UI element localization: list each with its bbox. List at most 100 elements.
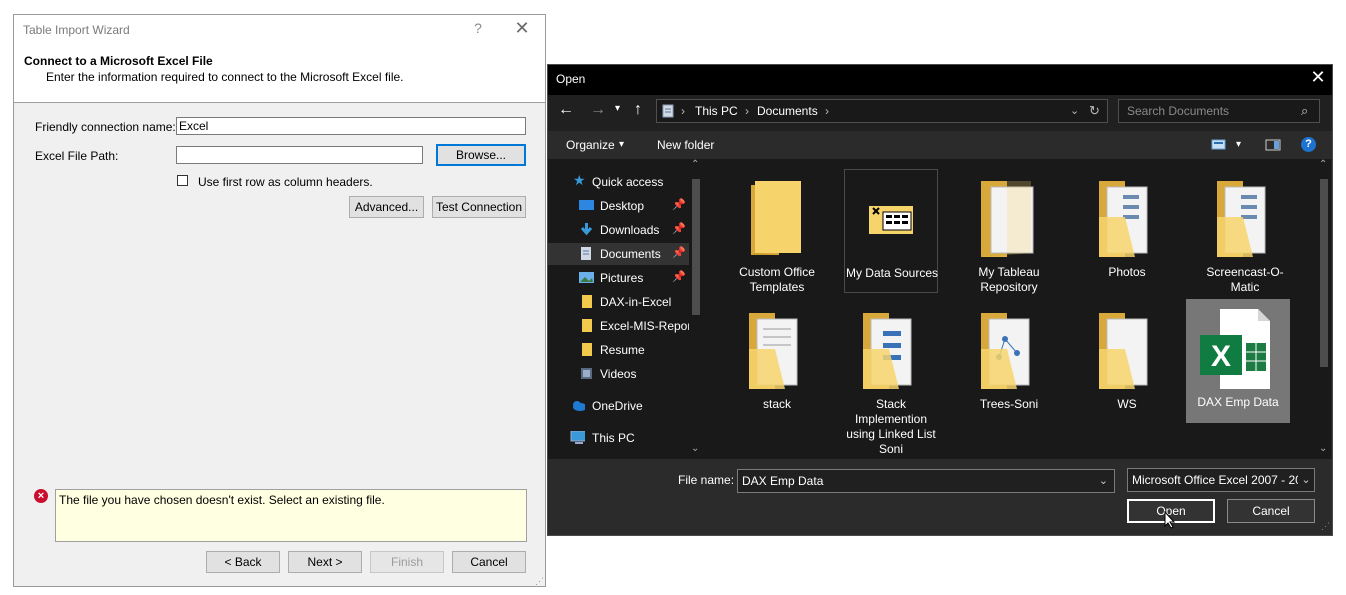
file-item-screencast-o-matic[interactable]: Screencast-O-Matic [1193, 169, 1297, 294]
error-icon: × [34, 489, 48, 503]
pin-icon[interactable]: 📌 [672, 246, 686, 259]
folder-doc-icon [863, 313, 912, 389]
folder-doc-icon [981, 181, 1034, 257]
friendly-name-input[interactable]: Excel [176, 117, 526, 135]
command-toolbar: Organize ▾ New folder ▾ ? [548, 131, 1332, 159]
nav-item-onedrive[interactable]: OneDrive [548, 395, 689, 417]
new-folder-button[interactable]: New folder [657, 138, 714, 152]
cancel-button[interactable]: Cancel [1227, 499, 1315, 523]
scroll-down-icon[interactable]: ⌄ [1319, 443, 1327, 454]
file-label: DAX Emp Data [1197, 395, 1279, 409]
scrollbar-thumb[interactable] [692, 179, 700, 315]
breadcrumb-separator-icon: › [745, 104, 749, 118]
nav-item-this-pc[interactable]: This PC [548, 427, 689, 449]
nav-item-dax-in-excel[interactable]: DAX-in-Excel [548, 291, 689, 313]
recent-locations-icon[interactable]: ▾ [615, 103, 620, 114]
wizard-subheading: Enter the information required to connec… [46, 70, 404, 84]
chevron-down-icon[interactable]: ▾ [1236, 139, 1241, 150]
nav-label: This PC [592, 431, 635, 445]
refresh-icon[interactable]: ↻ [1089, 103, 1100, 119]
chevron-down-icon[interactable]: ⌄ [1298, 469, 1314, 491]
close-icon[interactable]: ✕ [1308, 67, 1328, 88]
pin-icon[interactable]: 📌 [672, 222, 686, 235]
navigation-pane: ★ Quick access Desktop 📌 Downloads 📌 Doc… [548, 159, 705, 459]
nav-item-quick-access[interactable]: ★ Quick access [548, 171, 689, 193]
file-name-value: DAX Emp Data [742, 474, 824, 488]
file-name-label: File name: [678, 473, 735, 487]
file-item-stack[interactable]: stack [725, 301, 829, 425]
nav-label: DAX-in-Excel [600, 295, 672, 309]
nav-item-excel-mis-report[interactable]: Excel-MIS-Repor [548, 315, 691, 337]
file-type-select[interactable]: Microsoft Office Excel 2007 - 20 ⌄ [1127, 468, 1315, 492]
file-path-label: Excel File Path: [35, 149, 119, 163]
close-icon[interactable]: ✕ [514, 18, 530, 39]
back-button[interactable]: < Back [206, 551, 280, 573]
file-item-my-data-sources[interactable]: My Data Sources [844, 169, 938, 293]
scroll-up-icon[interactable]: ⌃ [1319, 159, 1327, 170]
back-arrow-icon[interactable]: ← [558, 101, 574, 119]
file-item-trees-soni[interactable]: Trees-Soni [957, 301, 1061, 425]
videos-icon [581, 368, 592, 379]
nav-scrollbar[interactable]: ⌃ ⌄ [689, 159, 703, 459]
star-icon: ★ [573, 172, 586, 188]
chevron-down-icon[interactable]: ▾ [619, 139, 624, 150]
scrollbar-thumb[interactable] [1320, 179, 1328, 367]
resize-grip-icon[interactable]: ⋰ [1321, 521, 1330, 532]
file-item-photos[interactable]: Photos [1075, 169, 1179, 293]
file-item-ws[interactable]: WS [1075, 301, 1179, 425]
search-box[interactable]: Search Documents ⌕ [1118, 99, 1320, 123]
error-message: The file you have chosen doesn't exist. … [59, 493, 385, 507]
nav-label: Downloads [600, 223, 660, 237]
nav-item-resume[interactable]: Resume [548, 339, 689, 361]
forward-arrow-icon[interactable]: → [590, 101, 606, 119]
nav-item-desktop[interactable]: Desktop 📌 [548, 195, 689, 217]
wizard-header: Connect to a Microsoft Excel File Enter … [14, 47, 545, 103]
scroll-down-icon[interactable]: ⌄ [691, 443, 699, 454]
pin-icon[interactable]: 📌 [672, 270, 686, 283]
file-list-scrollbar[interactable]: ⌃ ⌄ [1317, 159, 1331, 459]
file-label: Trees-Soni [979, 397, 1039, 411]
preview-pane-icon[interactable] [1265, 139, 1281, 151]
file-label: Photos [1108, 265, 1146, 279]
file-item-stack-implemention[interactable]: Stack Implemention using Linked List Son… [839, 301, 943, 456]
wizard-heading: Connect to a Microsoft Excel File [24, 54, 213, 68]
file-item-my-tableau-repository[interactable]: My Tableau Repository [957, 169, 1061, 294]
first-row-checkbox[interactable] [177, 175, 188, 186]
nav-item-videos[interactable]: Videos [548, 363, 689, 385]
file-item-dax-emp-data[interactable]: X DAX Emp Data [1186, 299, 1290, 423]
nav-item-pictures[interactable]: Pictures 📌 [548, 267, 689, 289]
folder-doc-icon [1217, 181, 1266, 257]
nav-item-documents[interactable]: Documents 📌 [548, 243, 689, 265]
chevron-down-icon[interactable]: ⌄ [1070, 104, 1079, 117]
up-arrow-icon[interactable]: ↑ [634, 101, 642, 119]
folder-icon [582, 319, 592, 332]
pin-icon[interactable]: 📌 [672, 198, 686, 211]
organize-button[interactable]: Organize [566, 138, 615, 152]
file-name-input[interactable]: DAX Emp Data ⌄ [737, 469, 1115, 493]
advanced-button[interactable]: Advanced... [349, 196, 424, 218]
resize-grip-icon[interactable]: ⋰ [535, 576, 544, 587]
scroll-up-icon[interactable]: ⌃ [691, 159, 699, 170]
folder-doc-icon [1099, 313, 1148, 389]
first-row-label: Use first row as column headers. [198, 175, 373, 189]
file-path-input[interactable] [176, 146, 423, 164]
desktop-icon [579, 200, 594, 210]
browse-button[interactable]: Browse... [436, 144, 526, 166]
file-item-custom-office-templates[interactable]: Custom Office Templates [725, 169, 829, 294]
nav-item-downloads[interactable]: Downloads 📌 [548, 219, 689, 241]
breadcrumb-documents[interactable]: Documents [757, 104, 818, 118]
next-button[interactable]: Next > [288, 551, 362, 573]
cancel-button[interactable]: Cancel [452, 551, 526, 573]
address-bar[interactable]: › This PC › Documents › ⌄ ↻ [656, 99, 1108, 123]
breadcrumb-this-pc[interactable]: This PC [695, 104, 738, 118]
search-icon[interactable]: ⌕ [1301, 103, 1308, 119]
table-import-wizard: Table Import Wizard ? ✕ Connect to a Mic… [13, 14, 546, 587]
breadcrumb-separator-icon: › [825, 104, 829, 118]
computer-icon [570, 431, 585, 444]
view-options-icon[interactable] [1211, 139, 1227, 151]
test-connection-button[interactable]: Test Connection [432, 196, 526, 218]
help-icon[interactable]: ? [472, 20, 484, 36]
help-icon[interactable]: ? [1301, 137, 1316, 152]
chevron-down-icon[interactable]: ⌄ [1099, 470, 1108, 492]
finish-button[interactable]: Finish [370, 551, 444, 573]
